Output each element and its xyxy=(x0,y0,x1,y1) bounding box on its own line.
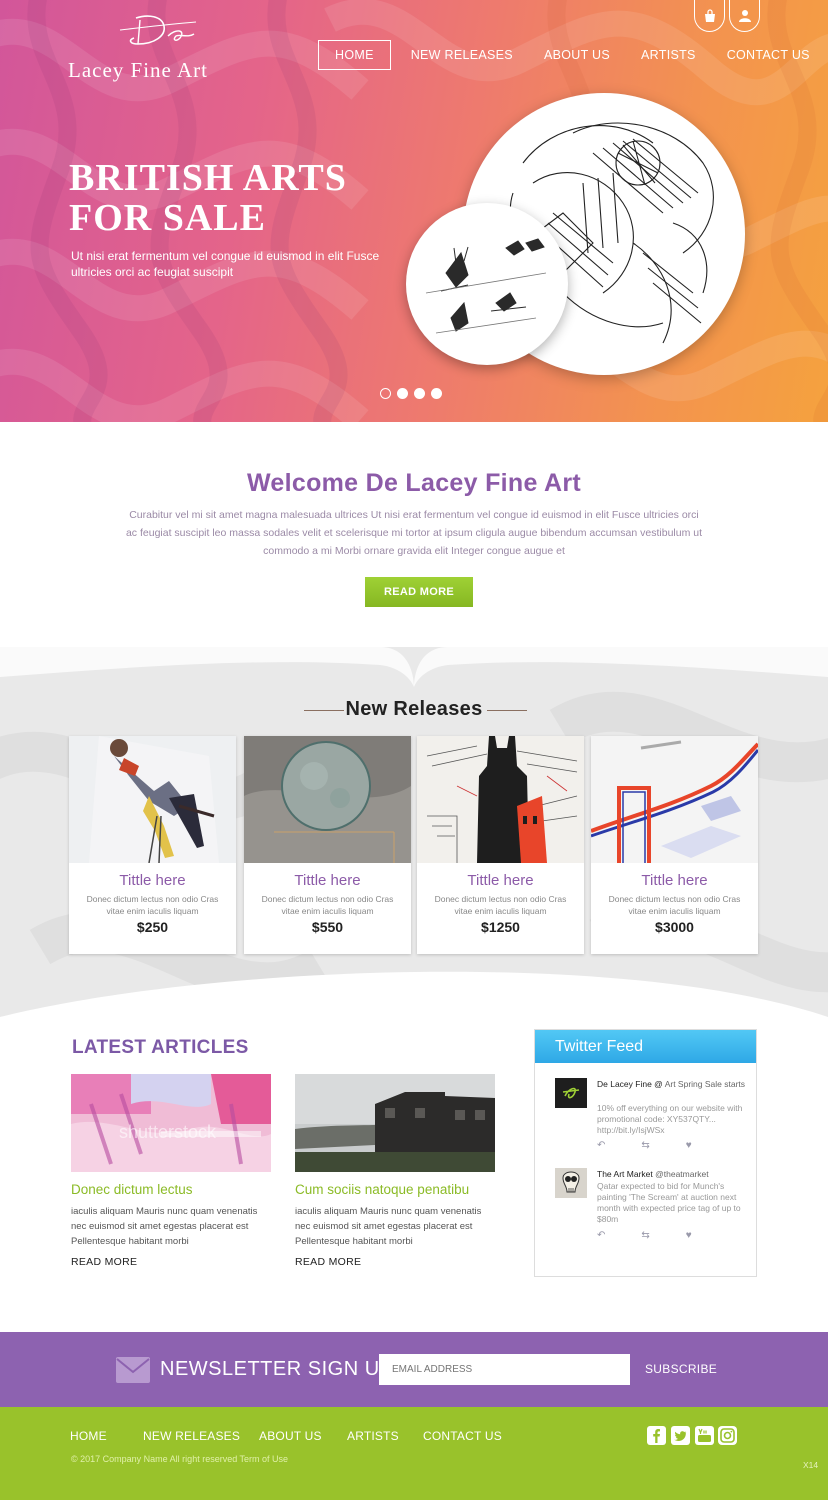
slider-dot-4[interactable] xyxy=(431,388,442,399)
article-image[interactable]: shutterstock xyxy=(71,1074,271,1172)
twitter-icon[interactable] xyxy=(671,1426,690,1445)
release-card[interactable]: Tittle here Donec dictum lectus non odio… xyxy=(417,736,584,954)
instagram-icon[interactable] xyxy=(718,1426,737,1445)
tweet-text: 10% off everything on our website with p… xyxy=(597,1103,743,1135)
article-image-watermark: shutterstock xyxy=(119,1122,217,1142)
header-utility-icons xyxy=(694,0,760,32)
release-price: $3000 xyxy=(655,919,694,935)
tweet-author-name[interactable]: De Lacey Fine @ xyxy=(597,1079,663,1089)
hero-artwork-small xyxy=(406,203,568,365)
envelope-icon xyxy=(116,1357,150,1383)
facebook-icon[interactable] xyxy=(647,1426,666,1445)
release-title: Tittle here xyxy=(294,872,361,889)
nav-about-us[interactable]: ABOUT US xyxy=(544,40,610,70)
nav-home[interactable]: HOME xyxy=(318,40,391,70)
article-excerpt: iaculis aliquam Mauris nunc quam venenat… xyxy=(71,1206,258,1247)
tweet-author-name[interactable]: The Art Market xyxy=(597,1169,653,1179)
newsletter-title: NEWSLETTER SIGN UP xyxy=(160,1358,394,1380)
footer-tag: X14 xyxy=(803,1460,819,1470)
tweet-actions: ↶ ⇆ ♥ xyxy=(597,1140,692,1151)
logo-wordmark: Lacey Fine Art xyxy=(68,58,208,82)
footer-nav-new-releases[interactable]: NEW RELEASES xyxy=(143,1429,240,1443)
hero-title: BRITISH ARTS FOR SALE xyxy=(69,157,347,239)
reply-icon[interactable]: ↶ xyxy=(597,1230,605,1241)
youtube-icon[interactable] xyxy=(695,1426,714,1445)
tweet-author: De Lacey Fine @ Art Spring Sale starts xyxy=(597,1078,747,1090)
user-icon[interactable] xyxy=(729,0,760,32)
article-card: Cum sociis natoque penatibu iaculis aliq… xyxy=(295,1074,495,1268)
release-description: Donec dictum lectus non odio Cras vitae … xyxy=(608,894,741,916)
welcome-text: Curabitur vel mi sit amet magna malesuad… xyxy=(125,509,703,557)
release-title: Tittle here xyxy=(641,872,708,889)
release-price: $1250 xyxy=(481,919,520,935)
twitter-feed-widget: Twitter Feed De Lacey Fine @ Art Spring … xyxy=(534,1029,757,1277)
heart-icon[interactable]: ♥ xyxy=(686,1140,692,1151)
release-card[interactable]: Tittle here Donec dictum lectus non odio… xyxy=(591,736,758,954)
release-card[interactable]: Tittle here Donec dictum lectus non odio… xyxy=(244,736,411,954)
nav-new-releases[interactable]: NEW RELEASES xyxy=(411,40,513,70)
nav-contact-us[interactable]: CONTACT US xyxy=(727,40,810,70)
release-title: Tittle here xyxy=(119,872,186,889)
welcome-title: Welcome De Lacey Fine Art xyxy=(246,469,581,497)
slider-dot-3[interactable] xyxy=(414,388,425,399)
article-image[interactable] xyxy=(295,1074,495,1172)
footer-nav-artists[interactable]: ARTISTS xyxy=(347,1429,399,1443)
twitter-feed-title: Twitter Feed xyxy=(535,1030,756,1063)
article-excerpt: iaculis aliquam Mauris nunc quam venenat… xyxy=(295,1206,482,1247)
tweet-actions: ↶ ⇆ ♥ xyxy=(597,1230,692,1241)
release-price: $550 xyxy=(311,919,344,935)
hero-subtitle: Ut nisi erat fermentum vel congue id eui… xyxy=(71,249,380,279)
retweet-icon[interactable]: ⇆ xyxy=(641,1230,649,1241)
release-card[interactable]: Tittle here Donec dictum lectus non odio… xyxy=(69,736,236,954)
release-description: Donec dictum lectus non odio Cras vitae … xyxy=(261,894,394,916)
article-title[interactable]: Donec dictum lectus xyxy=(71,1182,271,1197)
welcome-read-more-button[interactable]: READ MORE xyxy=(365,577,473,607)
reply-icon[interactable]: ↶ xyxy=(597,1140,605,1151)
slider-dot-1[interactable] xyxy=(380,388,391,399)
latest-articles-title: LATEST ARTICLES xyxy=(72,1037,249,1058)
hero-slider-dots xyxy=(380,388,442,399)
footer-copyright: © 2017 Company Name All right reserved T… xyxy=(71,1454,289,1464)
release-artwork-image xyxy=(244,736,411,863)
article-read-more-link[interactable]: READ MORE xyxy=(71,1256,271,1268)
release-title: Tittle here xyxy=(467,872,534,889)
retweet-icon[interactable]: ⇆ xyxy=(641,1140,649,1151)
footer-nav-contact-us[interactable]: CONTACT US xyxy=(423,1429,502,1443)
heart-icon[interactable]: ♥ xyxy=(686,1230,692,1241)
tweet-text: Qatar expected to bid for Munch's painti… xyxy=(597,1181,741,1224)
nav-artists[interactable]: ARTISTS xyxy=(641,40,696,70)
tweet-avatar[interactable] xyxy=(555,1168,587,1198)
hero-banner: Lacey Fine Art HOME NEW RELEASES ABOUT U… xyxy=(0,0,828,422)
release-artwork-image xyxy=(591,736,758,863)
tweet-avatar[interactable] xyxy=(555,1078,587,1108)
tweet-author-handle[interactable]: @theatmarket xyxy=(655,1169,709,1179)
release-description: Donec dictum lectus non odio Cras vitae … xyxy=(86,894,219,916)
tweet-author: The Art Market @theatmarket xyxy=(597,1168,747,1180)
article-title[interactable]: Cum sociis natoque penatibu xyxy=(295,1182,495,1197)
brand-logo[interactable]: Lacey Fine Art xyxy=(68,12,248,82)
release-artwork-image xyxy=(69,736,236,863)
release-price: $250 xyxy=(136,919,169,935)
newsletter-subscribe-button[interactable]: SUBSCRIBE xyxy=(645,1362,717,1376)
release-description: Donec dictum lectus non odio Cras vitae … xyxy=(434,894,567,916)
article-card: shutterstock Donec dictum lectus iaculis… xyxy=(71,1074,271,1268)
main-nav: HOME NEW RELEASES ABOUT US ARTISTS CONTA… xyxy=(318,40,810,70)
article-read-more-link[interactable]: READ MORE xyxy=(295,1256,495,1268)
new-releases-title: New Releases xyxy=(345,698,483,720)
shopping-bag-icon[interactable] xyxy=(694,0,725,32)
footer-nav-home[interactable]: HOME xyxy=(70,1429,107,1443)
release-artwork-image xyxy=(417,736,584,863)
tweet-author-handle[interactable]: Art Spring Sale starts xyxy=(665,1079,745,1089)
footer-nav-about-us[interactable]: ABOUT US xyxy=(259,1429,322,1443)
newsletter-email-input[interactable] xyxy=(379,1354,630,1385)
logo-script-mark xyxy=(119,15,197,45)
slider-dot-2[interactable] xyxy=(397,388,408,399)
